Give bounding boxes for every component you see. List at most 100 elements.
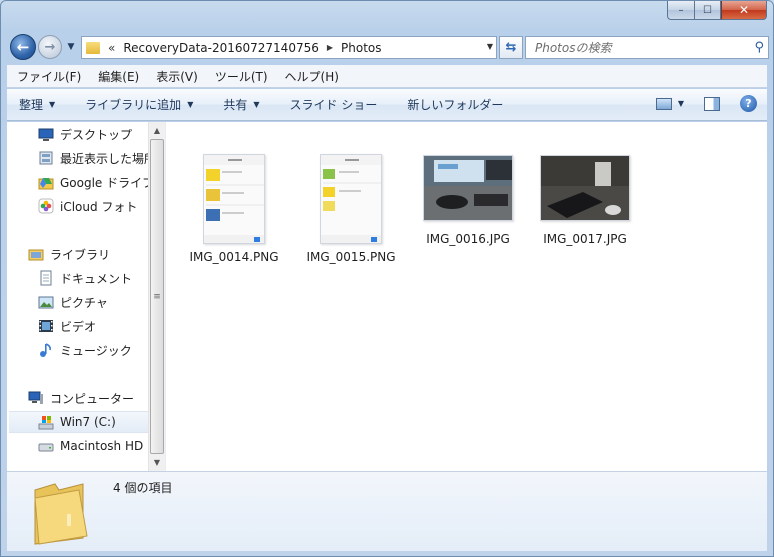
- file-list: IMG_0014.PNG IMG_0015.PNG IMG_0016.JPG I…: [165, 122, 767, 471]
- search-input[interactable]: [535, 40, 735, 55]
- view-dropdown-icon[interactable]: ▼: [678, 99, 684, 108]
- share-button[interactable]: 共有 ▼: [223, 96, 259, 113]
- breadcrumb-separator-icon[interactable]: ▶: [327, 43, 333, 52]
- sidebar-item-icloud-photos[interactable]: iCloud フォト: [38, 195, 137, 217]
- scroll-down-icon[interactable]: ▼: [149, 454, 165, 471]
- minimize-button[interactable]: –: [667, 1, 694, 20]
- new-folder-button[interactable]: 新しいフォルダー: [407, 96, 503, 113]
- sidebar-item-label: ミュージック: [60, 343, 132, 358]
- menu-file[interactable]: ファイル(F): [17, 68, 81, 85]
- sidebar-item-videos[interactable]: ビデオ: [38, 315, 96, 337]
- slideshow-button[interactable]: スライド ショー: [290, 96, 378, 113]
- menu-edit[interactable]: 編集(E): [98, 68, 139, 85]
- include-in-library-button[interactable]: ライブラリに追加 ▼: [85, 96, 193, 113]
- file-item[interactable]: IMG_0015.PNG: [301, 154, 401, 264]
- address-dropdown-icon[interactable]: ▼: [487, 42, 493, 51]
- forward-arrow-icon: →: [44, 39, 56, 55]
- desktop-icon: [38, 126, 54, 142]
- phone-screenshot-thumbnail: [320, 154, 382, 244]
- include-library-label: ライブラリに追加: [85, 98, 182, 112]
- sidebar-item-label: ライブラリ: [50, 247, 111, 262]
- sidebar-item-documents[interactable]: ドキュメント: [38, 267, 132, 289]
- chevron-down-icon: ▼: [253, 100, 260, 109]
- organize-label: 整理: [19, 98, 44, 112]
- breadcrumb-item[interactable]: Photos: [341, 41, 381, 55]
- videos-icon: [38, 318, 54, 334]
- file-name: IMG_0017.JPG: [543, 232, 627, 246]
- scrollbar-thumb[interactable]: ≡: [150, 139, 164, 454]
- sidebar-item-computer[interactable]: コンピューター: [28, 387, 134, 409]
- file-name: IMG_0016.JPG: [426, 232, 510, 246]
- new-folder-label: 新しいフォルダー: [407, 98, 504, 112]
- command-bar: 整理 ▼ ライブラリに追加 ▼ 共有 ▼ スライド ショー 新しいフォルダー ▼…: [7, 89, 767, 121]
- google-drive-icon: [38, 174, 54, 190]
- libraries-icon: [28, 246, 44, 262]
- breadcrumb-item[interactable]: RecoveryData-20160727140756: [123, 41, 319, 55]
- sidebar-item-desktop[interactable]: デスクトップ: [38, 123, 132, 145]
- file-name: IMG_0015.PNG: [306, 250, 396, 264]
- back-arrow-icon: ←: [16, 38, 30, 56]
- sidebar-item-label: ドキュメント: [60, 271, 133, 286]
- file-item[interactable]: IMG_0014.PNG: [184, 154, 284, 264]
- menu-tools[interactable]: ツール(T): [215, 68, 268, 85]
- breadcrumb-overflow[interactable]: «: [108, 41, 115, 55]
- grip-icon: ≡: [153, 291, 161, 302]
- sidebar-item-label: 最近表示した場所: [60, 151, 157, 166]
- photo-thumbnail: [423, 155, 513, 221]
- maximize-button[interactable]: ☐: [694, 1, 721, 20]
- file-item[interactable]: IMG_0017.JPG: [535, 154, 635, 246]
- sidebar-item-label: ピクチャ: [60, 295, 108, 310]
- sidebar-item-recent-places[interactable]: 最近表示した場所: [38, 147, 156, 169]
- recent-pages-dropdown[interactable]: ▼: [65, 39, 77, 55]
- sidebar-item-win7-drive[interactable]: Win7 (C:): [9, 411, 148, 433]
- close-button[interactable]: ✕: [721, 1, 767, 20]
- main-content: デスクトップ 最近表示した場所 Google ドライブ iCloud フォト ラ…: [7, 122, 767, 471]
- refresh-icon: ⇆: [505, 40, 517, 55]
- file-item[interactable]: IMG_0016.JPG: [418, 154, 518, 246]
- menu-help[interactable]: ヘルプ(H): [285, 68, 339, 85]
- sidebar-item-label: Win7 (C:): [60, 415, 116, 429]
- icloud-photos-icon: [38, 198, 54, 214]
- refresh-button[interactable]: ⇆: [499, 36, 523, 59]
- sidebar-item-libraries[interactable]: ライブラリ: [28, 243, 110, 265]
- share-label: 共有: [223, 98, 248, 112]
- address-bar[interactable]: « RecoveryData-20160727140756 ▶ Photos ▼: [81, 36, 497, 59]
- sidebar-item-pictures[interactable]: ピクチャ: [38, 291, 108, 313]
- forward-button[interactable]: →: [38, 35, 62, 59]
- folder-icon: [86, 41, 100, 54]
- chevron-down-icon: ▼: [49, 100, 56, 109]
- chevron-down-icon: ▼: [67, 42, 75, 52]
- sidebar-item-label: ビデオ: [60, 319, 97, 334]
- scroll-up-icon[interactable]: ▲: [149, 122, 165, 139]
- sidebar-item-music[interactable]: ミュージック: [38, 339, 132, 361]
- navigation-bar: ← → ▼ « RecoveryData-20160727140756 ▶ Ph…: [7, 31, 769, 63]
- preview-pane-icon[interactable]: [704, 96, 720, 111]
- item-count: 4 個の項目: [113, 481, 173, 495]
- back-button[interactable]: ←: [10, 34, 36, 60]
- sidebar-item-google-drive[interactable]: Google ドライブ: [38, 171, 154, 193]
- navigation-scrollbar[interactable]: ▲ ≡ ▼: [148, 122, 165, 471]
- help-icon[interactable]: ?: [740, 95, 757, 112]
- organize-button[interactable]: 整理 ▼: [19, 96, 55, 113]
- file-name: IMG_0014.PNG: [189, 250, 279, 264]
- sidebar-item-label: iCloud フォト: [60, 199, 138, 214]
- chevron-down-icon: ▼: [187, 100, 194, 109]
- phone-screenshot-thumbnail: [203, 154, 265, 244]
- slideshow-label: スライド ショー: [289, 98, 378, 112]
- documents-icon: [38, 270, 54, 286]
- view-icon[interactable]: [655, 97, 672, 110]
- sidebar-item-label: デスクトップ: [60, 127, 133, 142]
- window-controls: – ☐ ✕: [667, 1, 767, 20]
- search-icon[interactable]: ⚲: [754, 40, 764, 55]
- folder-icon: [29, 480, 99, 546]
- hard-drive-icon: [38, 438, 54, 454]
- recent-places-icon: [38, 150, 54, 166]
- sidebar-item-label: コンピューター: [50, 391, 135, 406]
- sidebar-item-label: Macintosh HD (: [60, 439, 152, 453]
- menu-view[interactable]: 表示(V): [156, 68, 198, 85]
- search-box[interactable]: ⚲: [525, 36, 769, 59]
- photo-thumbnail: [540, 155, 630, 221]
- navigation-pane: デスクトップ 最近表示した場所 Google ドライブ iCloud フォト ラ…: [7, 122, 164, 471]
- sidebar-item-macintosh-hd[interactable]: Macintosh HD (: [38, 435, 152, 457]
- music-icon: [38, 342, 54, 358]
